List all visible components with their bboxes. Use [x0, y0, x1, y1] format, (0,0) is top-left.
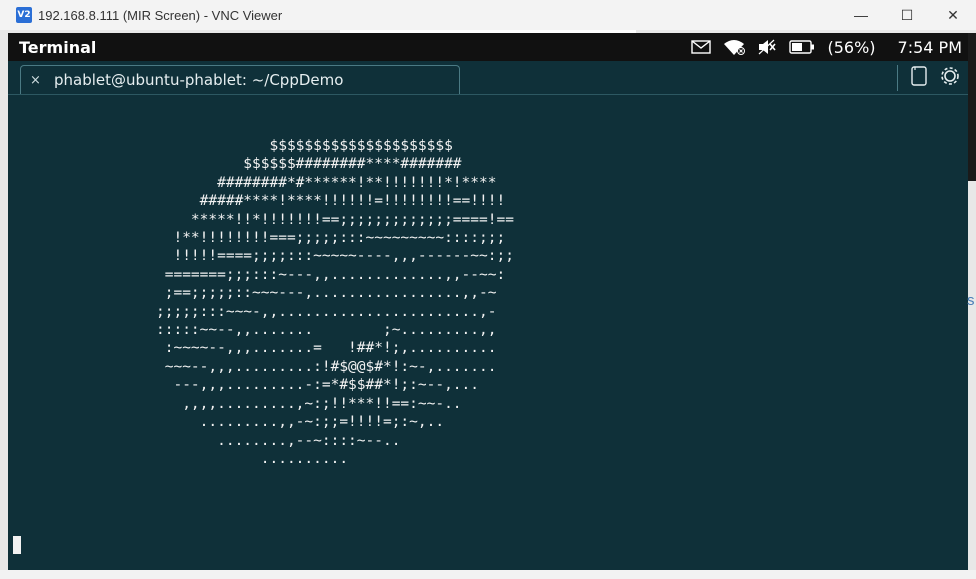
settings-button[interactable]: [937, 65, 963, 91]
maximize-button[interactable]: ☐: [884, 0, 930, 30]
indicator-area[interactable]: (56%) 7:54 PM: [691, 33, 962, 61]
volume-muted-icon[interactable]: [757, 39, 777, 55]
background-window-text: s: [967, 292, 975, 309]
settings-icon: [940, 66, 960, 90]
tab-close-icon[interactable]: ×: [30, 73, 44, 88]
status-bar: Terminal (56%) 7:54 PM: [8, 33, 968, 61]
window-controls: — ☐ ✕: [838, 0, 976, 30]
wifi-icon[interactable]: [723, 39, 746, 55]
remote-screen[interactable]: Terminal (56%) 7:54 PM × phablet@ubuntu-…: [8, 33, 968, 570]
minimize-button[interactable]: —: [838, 0, 884, 30]
vnc-window-titlebar: V2 192.168.8.111 (MIR Screen) - VNC View…: [0, 0, 976, 30]
terminal-tab[interactable]: × phablet@ubuntu-phablet: ~/CppDemo: [20, 65, 460, 94]
tab-actions: [897, 61, 968, 94]
terminal-output: $$$$$$$$$$$$$$$$$$$$$ $$$$$$########****…: [156, 138, 514, 467]
terminal-output-area[interactable]: $$$$$$$$$$$$$$$$$$$$$ $$$$$$########****…: [8, 95, 968, 570]
app-title: Terminal: [19, 37, 97, 57]
background-window-edge: [968, 33, 976, 181]
terminal-tab-bar: × phablet@ubuntu-phablet: ~/CppDemo: [8, 61, 968, 95]
close-button[interactable]: ✕: [930, 0, 976, 30]
clock[interactable]: 7:54 PM: [898, 38, 962, 57]
tab-title: phablet@ubuntu-phablet: ~/CppDemo: [54, 71, 344, 89]
vnc-viewer-logo-icon: V2: [16, 7, 32, 23]
new-tab-icon: [911, 65, 927, 90]
tab-actions-divider: [897, 64, 898, 91]
window-title: 192.168.8.111 (MIR Screen) - VNC Viewer: [38, 7, 283, 23]
desktop-bottom-strip: [0, 570, 976, 579]
new-tab-button[interactable]: [906, 65, 932, 91]
battery-percent: (56%): [827, 37, 876, 57]
battery-icon[interactable]: [789, 40, 815, 54]
mail-icon[interactable]: [691, 40, 712, 54]
text-cursor: [13, 536, 21, 554]
